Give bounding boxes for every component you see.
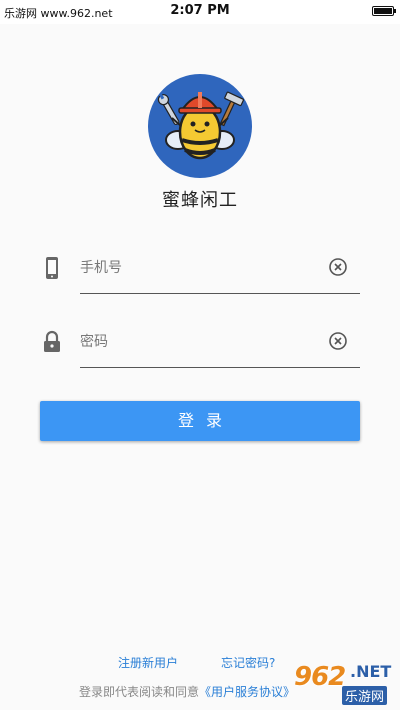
password-underline (80, 367, 360, 368)
site-watermark: 962 .NET 乐游网 (284, 658, 400, 710)
bee-logo-icon (157, 91, 245, 160)
lock-icon (40, 330, 64, 354)
status-bar: 乐游网 www.962.net 2:07 PM (0, 0, 400, 24)
login-button[interactable]: 登录 (40, 401, 360, 441)
agreement-prefix: 登录即代表阅读和同意 (79, 685, 200, 699)
bee-worker-logo (148, 74, 252, 178)
phone-underline (80, 293, 360, 294)
phone-field (40, 250, 360, 294)
register-link[interactable]: 注册新用户 (118, 654, 178, 671)
password-field (40, 324, 360, 368)
watermark-site: .NET (350, 662, 392, 681)
clear-password-icon[interactable] (328, 331, 348, 351)
agreement-text: 登录即代表阅读和同意《用户服务协议》 (79, 683, 295, 700)
forgot-password-link[interactable]: 忘记密码? (221, 654, 275, 671)
status-time: 2:07 PM (170, 3, 230, 18)
clear-phone-icon[interactable] (328, 257, 348, 277)
phone-input[interactable] (80, 250, 322, 286)
battery-full-icon (372, 6, 396, 16)
terms-link[interactable]: 《用户服务协议》 (199, 685, 295, 699)
watermark-cn: 乐游网 (342, 686, 388, 705)
app-name: 蜜蜂闲工 (162, 190, 238, 211)
password-input[interactable] (80, 324, 322, 360)
watermark-number: 962 (294, 662, 346, 692)
phone-icon (40, 256, 64, 280)
